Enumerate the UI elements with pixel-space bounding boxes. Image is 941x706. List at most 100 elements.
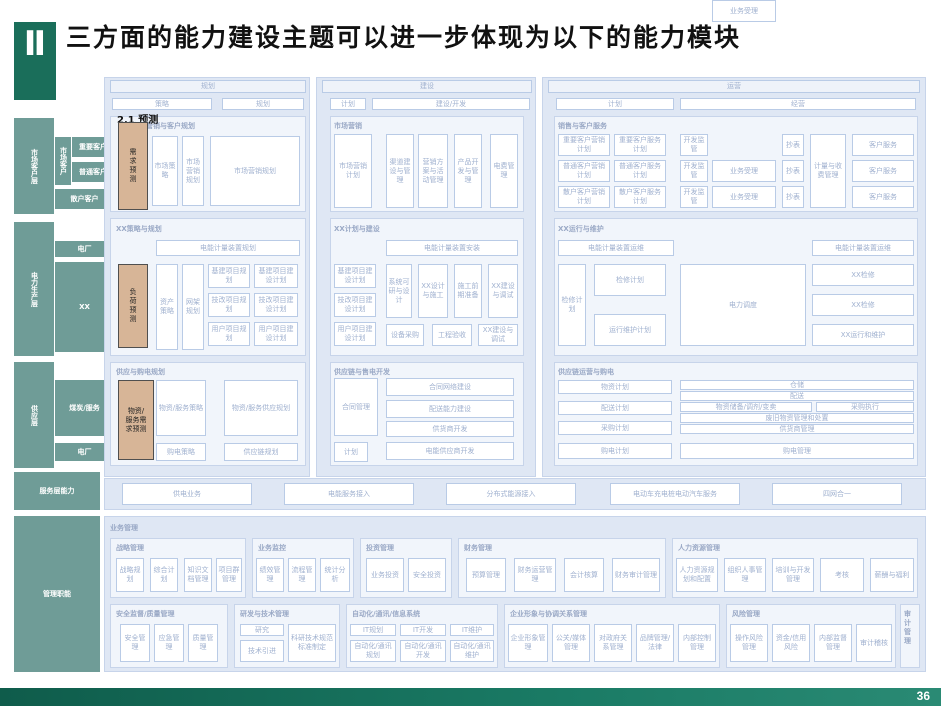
sales-box-3: 普通客户服务计划 (614, 160, 666, 182)
xx-box-asset: 资产策略 (156, 264, 178, 350)
mgmt-box-2: 知识文档管理 (184, 558, 212, 592)
phase-construction: 建设 (322, 80, 532, 93)
material-forecast-text: 物资/服务需求预测 (125, 406, 147, 433)
supply-box-delivery-cap: 配送能力建设 (386, 400, 514, 418)
supply-box-plan: 物资/服务供应规划 (224, 380, 298, 436)
supply-box-power-dev-plan: 计划 (334, 442, 368, 462)
supply-box-vendor-dev: 供货商开发 (386, 421, 514, 437)
mgmt-box-35: 操作风险管理 (730, 624, 768, 662)
supply-box-chain-plan: 供应链规划 (224, 443, 298, 461)
mgmt-box-37: 内部监督管理 (814, 624, 852, 662)
xx-box-tech-b: 技改项目建设计划 (254, 293, 298, 317)
mgmt-box-26: IT维护 (450, 624, 494, 636)
analysis-box-2: 分布式能源接入 (446, 483, 576, 505)
supply-box-vendor-mgmt: 供货商管理 (680, 424, 914, 434)
sales-box-1: 重要客户服务计划 (614, 134, 666, 156)
supply-operate-title: 供应链运营与购电 (558, 368, 614, 376)
subphase-operate: 经营 (680, 98, 916, 110)
subphase-plan2: 计划 (330, 98, 366, 110)
xx-box-meter-plan: 电能计量装置规划 (156, 240, 300, 256)
sales-box-accept-1: 业务受理 (712, 0, 776, 22)
enterprise-mgmt-title: 企业形象与协调关系管理 (510, 610, 587, 618)
mgmt-box-28: 自动化/通讯开发 (400, 640, 446, 662)
sales-box-meter-1: 抄表 (782, 134, 804, 156)
section-marker: Ⅱ (14, 22, 56, 100)
safety-mgmt-title: 安全监督/质量管理 (116, 610, 175, 618)
supply-box-warehouse: 仓储 (680, 380, 914, 390)
supply-box-contract-net: 合同网络建设 (386, 378, 514, 396)
supply-box-material-plan: 物资计划 (558, 380, 672, 394)
sales-box-accept-2: 业务受理 (712, 160, 776, 182)
sales-box-5: 散户客户服务计划 (614, 186, 666, 208)
supply-box-power-mgmt: 购电管理 (680, 443, 914, 459)
mgmt-title: 业务管理 (110, 524, 138, 532)
slide-title: 三方面的能力建设主题可以进一步体现为以下的能力模块 (66, 23, 742, 52)
demand-forecast-text: 需求预测 (129, 148, 137, 183)
sales-box-service-1: 客户服务 (852, 134, 914, 156)
mgmt-box-1: 综合计划 (150, 558, 178, 592)
hr-mgmt-title: 人力资源管理 (678, 544, 720, 552)
demand-forecast-box: 需求预测 (118, 122, 148, 210)
supply-box-power-strategy: 购电策略 (156, 443, 206, 461)
supply-box-power-dev: 电能供应商开发 (386, 442, 514, 460)
mgmt-box-12: 财务审计管理 (612, 558, 660, 592)
mgmt-box-10: 财务运营管理 (514, 558, 556, 592)
xx-box-acceptance: 工程验收 (432, 324, 472, 346)
analysis-box-0: 供电业务 (122, 483, 252, 505)
phase-planning: 规划 (110, 80, 306, 93)
market-box-planning: 市场营销规划 (182, 136, 204, 206)
strategy-mgmt-title: 战略管理 (116, 544, 144, 552)
market-box-marketing-plan: 市场营销计划 (334, 134, 372, 208)
mgmt-box-27: 自动化/通讯规划 (350, 640, 396, 662)
mgmt-box-7: 业务投资 (366, 558, 404, 592)
mgmt-box-21: 研究 (240, 624, 284, 636)
subphase-strategy: 策略 (112, 98, 212, 110)
mgmt-box-25: IT开发 (400, 624, 446, 636)
phase-operation: 运营 (548, 80, 920, 93)
analysis-box-4: 四网合一 (772, 483, 902, 505)
analysis-box-1: 电能服务接入 (284, 483, 414, 505)
supply-box-power-plan: 购电计划 (558, 443, 672, 459)
mgmt-box-13: 人力资源规划和配置 (676, 558, 718, 592)
xx-box-user: 用户项目规划 (208, 322, 250, 346)
mgmt-box-31: 公关/媒体管理 (552, 624, 590, 662)
subphase-build: 建设/开发 (372, 98, 530, 110)
sales-box-service-2: 客户服务 (852, 160, 914, 182)
sales-box-meter-3: 抄表 (782, 186, 804, 208)
xx-box-meter-install: 电能计量装置安装 (386, 240, 518, 256)
mgmt-box-9: 预算管理 (466, 558, 506, 592)
page-number: 36 (916, 689, 930, 703)
risk-mgmt-title: 风险管理 (732, 610, 760, 618)
market-box-strategy: 市场策略 (152, 136, 178, 206)
market-build-title: 市场营销 (334, 122, 362, 130)
label-market-customer: 市场客户层 (14, 118, 54, 214)
supply-box-scrap: 废旧物资管理和处置 (680, 413, 914, 423)
sales-box-meter-2: 抄表 (782, 160, 804, 182)
xx-plan-title: XX策略与规划 (116, 225, 162, 233)
supply-box-purchase-exec: 采购执行 (816, 402, 914, 412)
mgmt-box-24: IT规划 (350, 624, 396, 636)
mgmt-box-11: 会计核算 (564, 558, 604, 592)
xx-box-ops-plan: 运行维护计划 (594, 314, 666, 346)
market-box-channel: 渠道建设与管理 (386, 134, 414, 208)
mgmt-box-19: 应急管理 (154, 624, 184, 662)
xx-box-integrated: 检修计划 (558, 264, 586, 346)
mgmt-box-34: 内部控制管理 (678, 624, 716, 662)
mgmt-box-33: 品牌管理/法律 (636, 624, 674, 662)
footer-bar (0, 688, 941, 706)
finance-mgmt-title: 财务管理 (464, 544, 492, 552)
mgmt-box-30: 企业形象管理 (508, 624, 548, 662)
label-analysis: 服务层能力 (14, 472, 100, 510)
xx-box-maint-plan: 检修计划 (594, 264, 666, 296)
xx-box-infra: 基建项目规划 (208, 264, 250, 288)
mgmt-box-36: 资金/信用风险 (772, 624, 810, 662)
supply-box-reserve: 物资储备/调剂/变卖 (680, 402, 812, 412)
xx-box-maintain: XX运行和维护 (812, 324, 914, 346)
mgmt-box-32: 对政府关系管理 (594, 624, 632, 662)
subphase-plan: 规划 (222, 98, 304, 110)
audit-mgmt-title: 审计管理 (904, 610, 911, 645)
sales-box-accept-3: 业务受理 (712, 186, 776, 208)
mgmt-box-22: 技术引进 (240, 640, 284, 662)
xx-box-debug: XX建设与调试 (478, 324, 518, 346)
marker-glyph: Ⅱ (23, 24, 47, 64)
